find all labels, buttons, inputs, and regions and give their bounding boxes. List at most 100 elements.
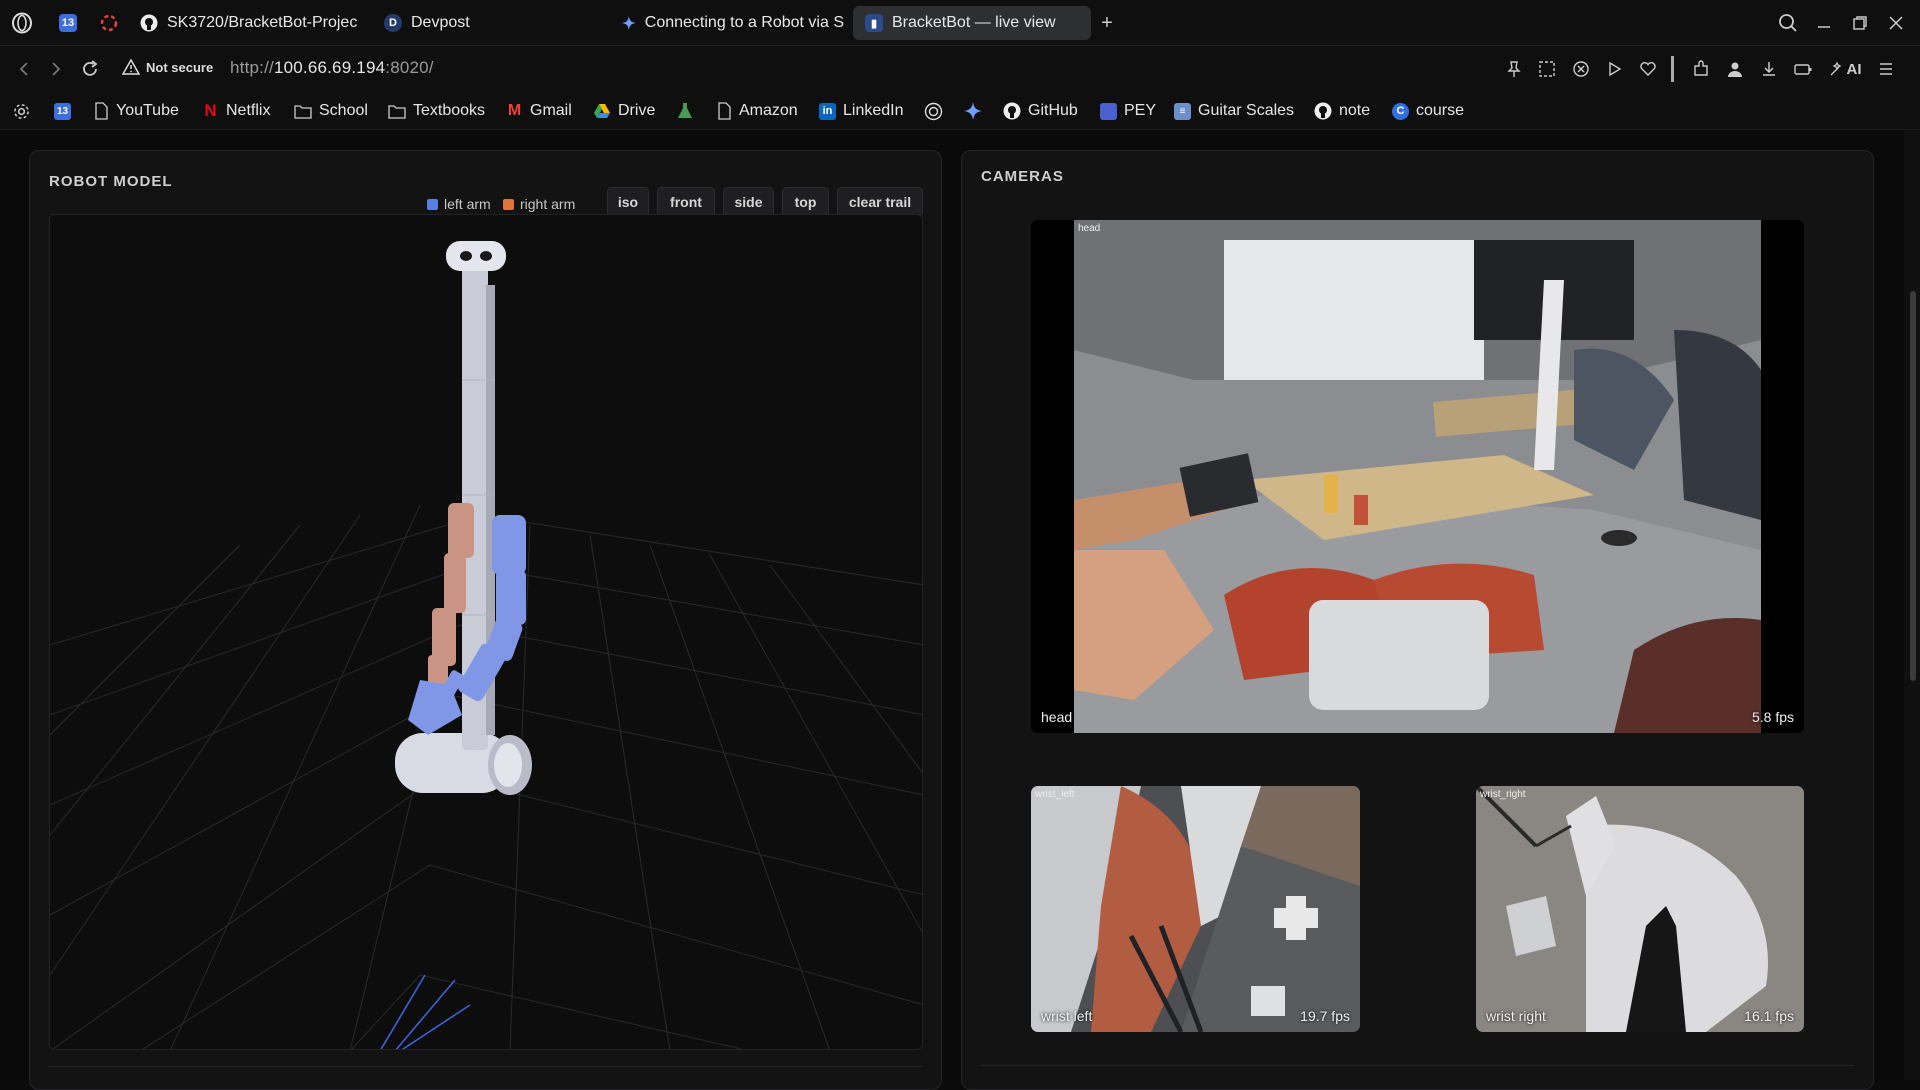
bookmark-label: Gmail xyxy=(530,102,572,119)
tab-devpost[interactable]: D Devpost xyxy=(384,6,584,40)
profile-icon[interactable] xyxy=(1723,57,1747,81)
bookmark-openai[interactable] xyxy=(924,100,943,122)
bookmark-guitar-scales[interactable]: ≡ Guitar Scales xyxy=(1174,100,1294,122)
bookmark-netflix[interactable]: N Netflix xyxy=(202,100,270,122)
new-tab-button[interactable]: + xyxy=(1096,12,1118,34)
address-bar-row: Not secure http://100.66.69.194:8020/ AI xyxy=(0,46,1920,92)
bookmark-drive[interactable]: Drive xyxy=(593,100,655,122)
head-camera-image xyxy=(1031,220,1804,733)
bookmark-gmail[interactable]: M Gmail xyxy=(506,100,572,122)
url-field[interactable]: http://100.66.69.194:8020/ xyxy=(230,58,434,78)
robot-3d-viewport[interactable] xyxy=(49,214,923,1050)
bookmarks-bar: 13 YouTube N Netflix School Textbooks M … xyxy=(0,92,1920,130)
pinned-tab-loader[interactable] xyxy=(98,12,120,34)
pin-icon[interactable] xyxy=(1502,57,1526,81)
app-icon: ▮ xyxy=(865,14,883,32)
minimize-button[interactable] xyxy=(1812,11,1836,35)
view-front-button[interactable]: front xyxy=(657,187,715,217)
tab-title: Connecting to a Robot via S xyxy=(644,14,844,31)
wrist-left-camera-feed[interactable]: wrist_left wrist left 19.7 fps xyxy=(1031,786,1360,1032)
file-icon xyxy=(718,102,731,120)
aria-ai-button[interactable]: AI xyxy=(1825,57,1865,81)
adblock-icon[interactable] xyxy=(1569,57,1593,81)
bookmark-youtube[interactable]: YouTube xyxy=(94,100,179,122)
tab-bracketbot-live[interactable]: ▮ BracketBot — live view xyxy=(853,6,1091,40)
cameras-divider xyxy=(981,1065,1854,1066)
tab-github-project[interactable]: SK3720/BracketBot-Projec xyxy=(140,6,362,40)
bookmark-gemini[interactable] xyxy=(964,100,982,122)
bookmark-label: Netflix xyxy=(226,102,271,119)
search-tabs-icon[interactable] xyxy=(1776,11,1800,35)
bookmark-note[interactable]: note xyxy=(1314,100,1370,122)
wrist-right-camera-image xyxy=(1476,786,1804,1032)
battery-saver-icon[interactable] xyxy=(1791,57,1815,81)
tab-connecting-robot[interactable]: Connecting to a Robot via S xyxy=(622,6,844,40)
security-indicator[interactable]: Not secure xyxy=(122,59,213,75)
motion-trail xyxy=(380,974,471,1049)
view-side-button[interactable]: side xyxy=(723,187,774,217)
bookmark-label: LinkedIn xyxy=(843,102,904,119)
bookmark-label: YouTube xyxy=(116,102,179,119)
devpost-icon: D xyxy=(384,14,402,32)
page-scrollbar[interactable] xyxy=(1904,131,1920,1080)
view-iso-button[interactable]: iso xyxy=(607,187,649,217)
pey-icon xyxy=(1100,102,1117,120)
loading-spinner-icon xyxy=(100,14,118,32)
head-camera-tag: head xyxy=(1078,223,1101,234)
folder-icon xyxy=(388,105,406,119)
legend-left-arm: left arm xyxy=(427,196,491,212)
robot-model-panel: ROBOT MODEL left arm right arm iso front… xyxy=(29,150,942,1090)
bookmark-textbooks[interactable]: Textbooks xyxy=(388,100,485,122)
drive-icon xyxy=(594,104,610,118)
bookmark-school[interactable]: School xyxy=(294,100,368,122)
easy-setup-icon[interactable] xyxy=(1874,57,1898,81)
legend-label: right arm xyxy=(520,196,576,212)
extensions-icon[interactable] xyxy=(1689,57,1713,81)
head-camera-feed[interactable]: head head 5.8 fps xyxy=(1031,220,1804,733)
download-icon[interactable] xyxy=(1757,57,1781,81)
restore-button[interactable] xyxy=(1848,11,1872,35)
robot-panel-divider xyxy=(48,1066,923,1067)
bookmark-course[interactable]: C course xyxy=(1392,100,1464,122)
bookmark-calendar[interactable]: 13 xyxy=(54,100,71,122)
bookmark-flask[interactable] xyxy=(677,100,693,122)
play-icon[interactable] xyxy=(1602,57,1626,81)
heart-icon[interactable] xyxy=(1636,57,1660,81)
scrollbar-thumb[interactable] xyxy=(1910,291,1916,681)
legend-label: left arm xyxy=(444,196,491,212)
close-window-button[interactable] xyxy=(1884,11,1908,35)
robot-model-title: ROBOT MODEL xyxy=(49,173,173,190)
snapshot-icon[interactable] xyxy=(1535,57,1559,81)
clear-trail-button[interactable]: clear trail xyxy=(837,187,923,217)
calendar-pinned-tab[interactable]: 13 xyxy=(57,12,79,34)
settings-icon[interactable] xyxy=(12,100,31,122)
forward-button[interactable] xyxy=(44,57,68,81)
gmail-icon: M xyxy=(507,102,522,119)
linkedin-icon: in xyxy=(819,102,836,120)
bookmark-linkedin[interactable]: in LinkedIn xyxy=(819,100,904,122)
sparkle-icon xyxy=(1830,61,1841,76)
bookmark-label: course xyxy=(1416,102,1465,119)
robot-3d-scene xyxy=(50,241,922,1049)
back-button[interactable] xyxy=(12,57,36,81)
bookmark-pey[interactable]: PEY xyxy=(1100,100,1156,122)
wrist-left-camera-tag: wrist_left xyxy=(1035,789,1075,800)
bookmark-label: GitHub xyxy=(1028,102,1078,119)
url-host: 100.66.69.194 xyxy=(273,58,386,77)
opera-menu-icon[interactable] xyxy=(11,12,33,34)
wrist-right-camera-feed[interactable]: wrist_right wrist right 16.1 fps xyxy=(1476,786,1804,1032)
tab-title: BracketBot — live view xyxy=(892,14,1056,31)
reload-button[interactable] xyxy=(78,57,102,81)
wrist-left-camera-image xyxy=(1031,786,1360,1032)
gemini-icon xyxy=(964,102,982,120)
flask-icon xyxy=(678,103,692,118)
view-top-button[interactable]: top xyxy=(782,187,829,217)
wrist-right-camera-label: wrist right xyxy=(1486,1008,1546,1024)
bookmark-github[interactable]: GitHub xyxy=(1003,100,1078,122)
tab-title: Devpost xyxy=(411,14,470,31)
wrist-left-camera-fps: 19.7 fps xyxy=(1300,1008,1350,1024)
right-arm-swatch xyxy=(503,198,514,210)
bookmark-label: Textbooks xyxy=(413,102,486,119)
gemini-icon xyxy=(622,16,636,30)
bookmark-amazon[interactable]: Amazon xyxy=(717,100,798,122)
